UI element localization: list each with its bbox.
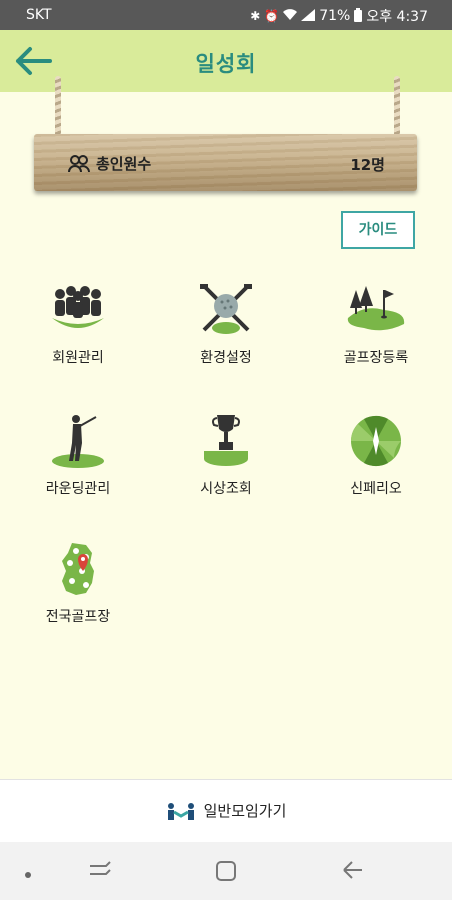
menu-label: 신페리오	[350, 481, 402, 497]
home-button[interactable]	[215, 860, 237, 886]
status-icons: ✱ ⏰ 71% 오후 4:37	[250, 6, 428, 26]
battery-icon	[354, 7, 363, 25]
menu-item-member-management[interactable]: 회원관리	[18, 282, 138, 367]
handshake-icon	[167, 802, 194, 820]
members-summary: 총인원수	[68, 153, 151, 174]
menu-item-round-management[interactable]: 라운딩관리	[18, 413, 138, 498]
recent-apps-icon	[90, 861, 111, 875]
peoria-wheel-icon	[344, 413, 408, 469]
menu-item-course-registration[interactable]: 골프장등록	[316, 282, 436, 367]
member-count-board: 총인원수 12명	[34, 134, 417, 191]
back-nav-icon	[343, 861, 362, 879]
battery-percent: 71%	[319, 8, 351, 24]
status-bar: SKT ✱ ⏰ 71% 오후 4:37	[0, 0, 452, 30]
trophy-icon	[194, 413, 258, 469]
back-nav-button[interactable]	[342, 860, 364, 884]
system-nav-bar	[0, 842, 452, 900]
menu-label: 골프장등록	[343, 350, 409, 366]
alarm-icon: ⏰	[264, 9, 280, 23]
menu-label: 라운딩관리	[45, 481, 111, 497]
app-bar: 일성회	[0, 30, 452, 92]
general-meeting-bar: 일반모임가기	[0, 779, 452, 842]
general-meeting-link[interactable]: 일반모임가기	[0, 800, 452, 821]
menu-label: 전국골프장	[45, 609, 111, 625]
menu-item-awards[interactable]: 시상조회	[166, 413, 286, 498]
menu-label: 시상조회	[200, 481, 252, 497]
menu-item-new-peoria[interactable]: 신페리오	[316, 413, 436, 498]
menu-item-national-courses[interactable]: 전국골프장	[18, 541, 138, 626]
menu-label: 환경설정	[200, 350, 252, 366]
home-square-icon	[216, 861, 236, 881]
members-count: 12명	[350, 156, 385, 174]
page-title: 일성회	[195, 52, 257, 76]
guide-button[interactable]: 가이드	[341, 211, 415, 249]
menu-item-settings[interactable]: 환경설정	[166, 282, 286, 367]
signal-icon	[301, 8, 316, 24]
korea-map-icon	[46, 541, 110, 597]
users-icon	[68, 154, 90, 172]
nav-dot-button[interactable]	[24, 864, 32, 883]
golf-course-flag-icon	[344, 282, 408, 338]
recent-apps-button[interactable]	[88, 860, 112, 884]
carrier-label: SKT	[26, 7, 52, 23]
golf-ball-clubs-icon	[194, 282, 258, 338]
members-label: 총인원수	[96, 155, 152, 173]
golfer-icon	[46, 413, 110, 469]
bluetooth-icon: ✱	[250, 9, 261, 23]
clock: 오후 4:37	[366, 9, 428, 25]
members-icon	[46, 282, 110, 338]
general-meeting-label: 일반모임가기	[203, 802, 287, 820]
menu-label: 회원관리	[52, 350, 104, 366]
wifi-icon	[283, 8, 298, 24]
